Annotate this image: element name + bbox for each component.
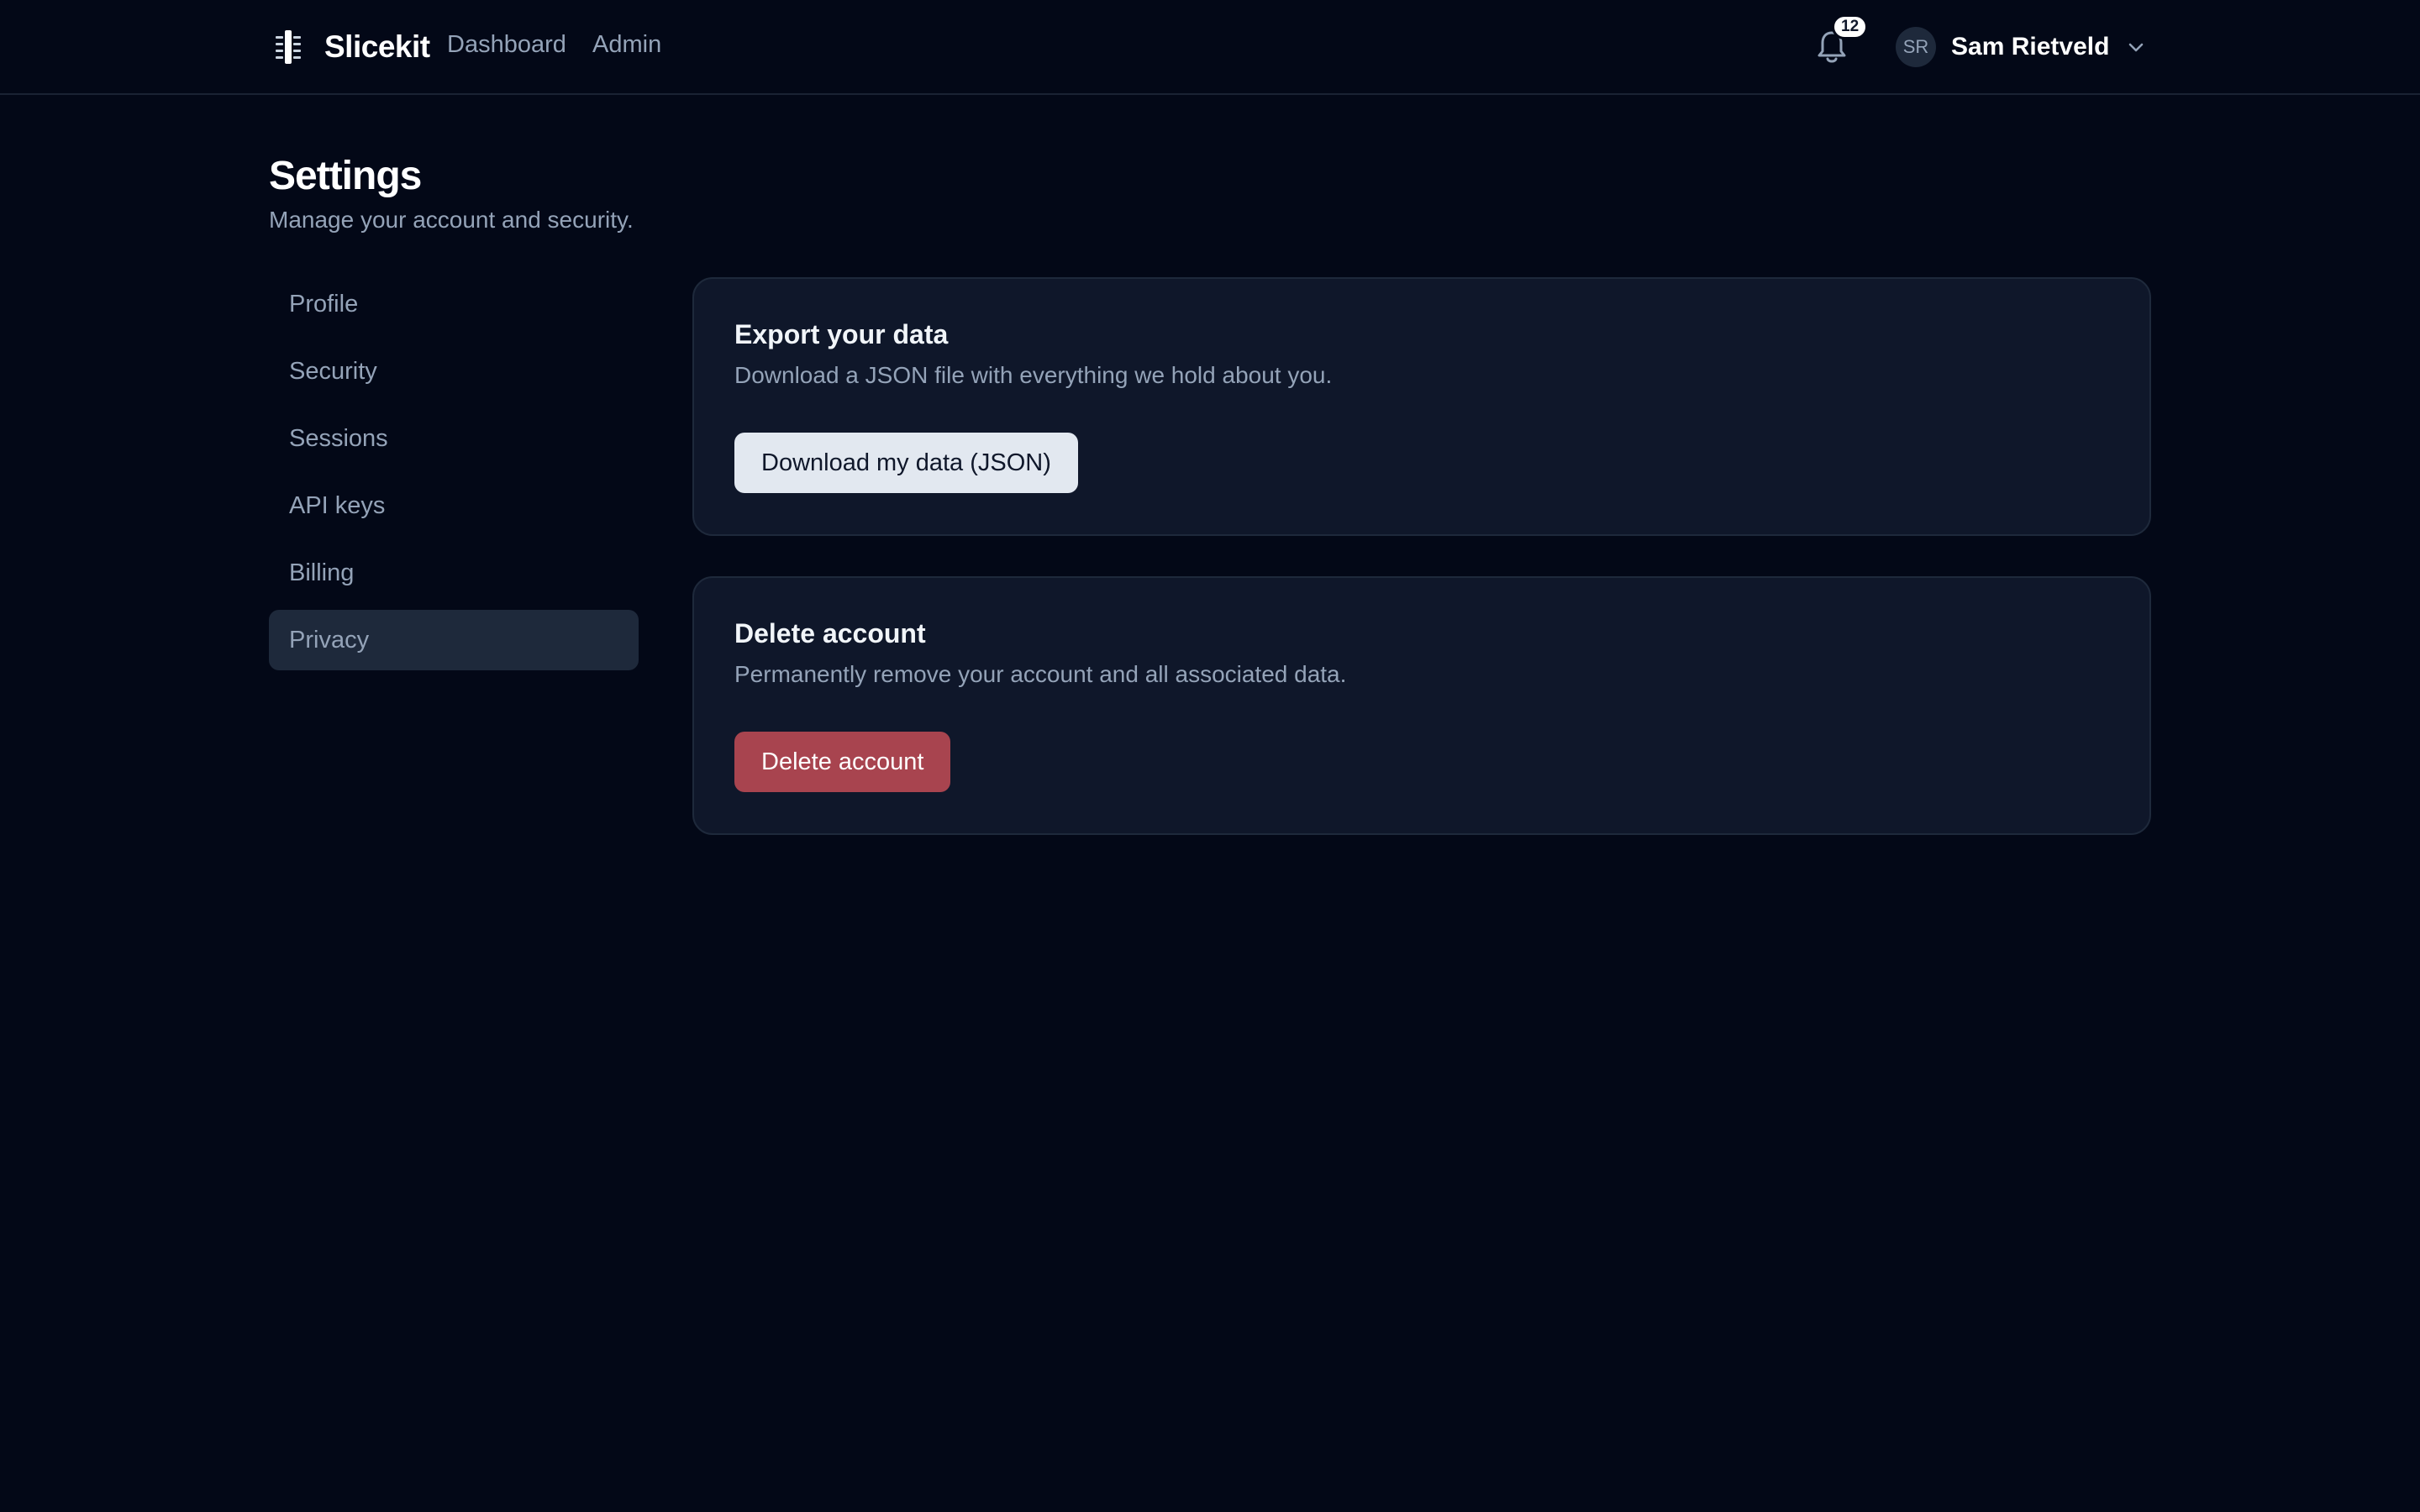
chevron-down-icon [2129, 43, 2144, 52]
page-subtitle: Manage your account and security. [269, 207, 634, 233]
delete-account-title: Delete account [734, 618, 926, 648]
slice-logo-icon [276, 30, 301, 64]
sidebar-item-api-keys[interactable]: API keys [269, 475, 639, 536]
export-data-description: Download a JSON file with everything we … [734, 362, 1333, 388]
brand[interactable]: Slicekit [269, 24, 430, 71]
sidebar-item-billing[interactable]: Billing [269, 543, 639, 603]
nav-link-admin[interactable]: Admin [592, 31, 661, 59]
sidebar-item-security[interactable]: Security [269, 341, 639, 402]
avatar: SR [1896, 27, 1936, 67]
settings-sidebar: Profile Security Sessions API keys Billi… [269, 274, 639, 677]
sidebar-item-profile[interactable]: Profile [269, 274, 639, 334]
sidebar-item-privacy[interactable]: Privacy [269, 610, 639, 670]
user-menu[interactable]: SR Sam Rietveld [1896, 27, 2146, 67]
export-data-card: Export your data Download a JSON file wi… [692, 277, 2151, 536]
delete-account-card: Delete account Permanently remove your a… [692, 576, 2151, 835]
page-title: Settings [269, 154, 422, 198]
user-name: Sam Rietveld [1951, 33, 2110, 60]
top-navigation-bar: Slicekit Dashboard Admin 12 SR Sam Rietv… [0, 0, 2420, 95]
delete-account-button[interactable]: Delete account [734, 732, 951, 792]
sidebar-item-sessions[interactable]: Sessions [269, 408, 639, 469]
delete-account-description: Permanently remove your account and all … [734, 661, 1347, 687]
export-data-title: Export your data [734, 319, 949, 349]
notification-count-badge: 12 [1832, 14, 1869, 39]
brand-name: Slicekit [324, 29, 430, 64]
nav-link-dashboard[interactable]: Dashboard [447, 31, 566, 59]
download-data-button[interactable]: Download my data (JSON) [734, 433, 1078, 493]
